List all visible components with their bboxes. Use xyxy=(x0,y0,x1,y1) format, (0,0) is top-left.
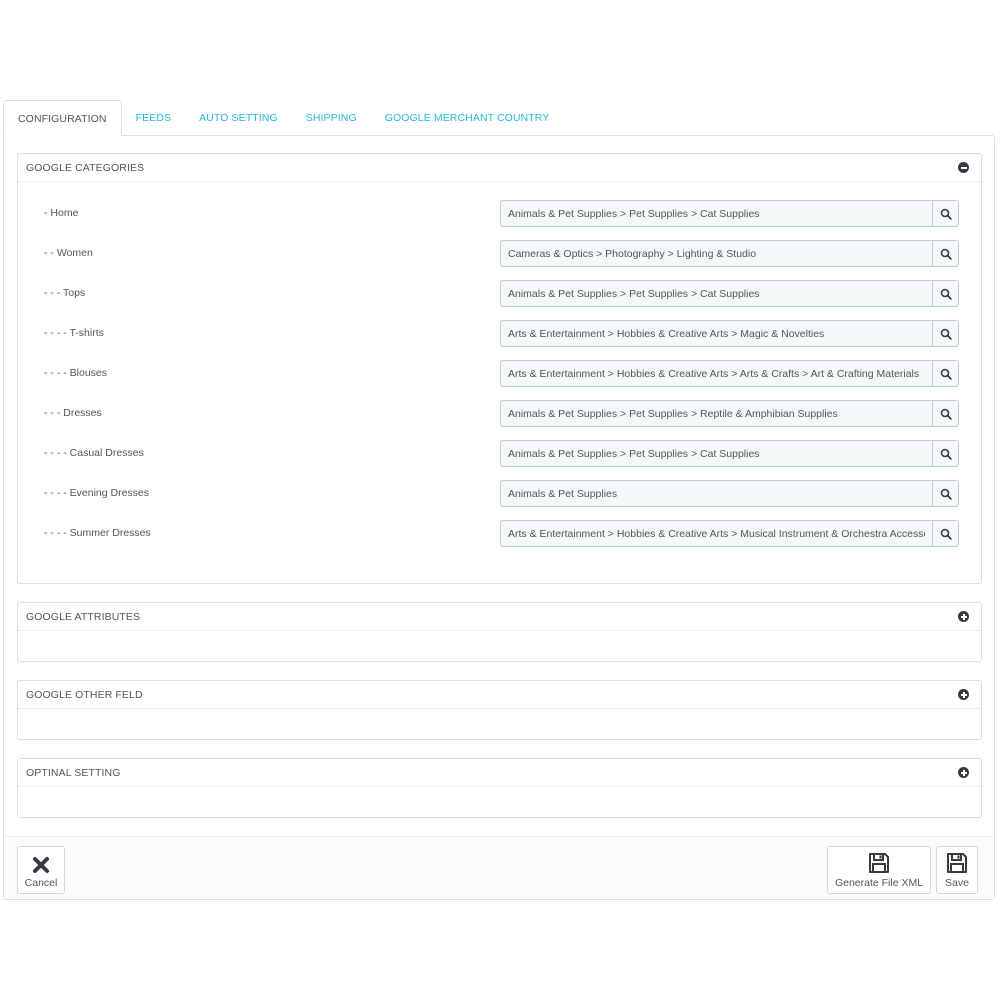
save-icon xyxy=(947,853,967,873)
panel-title: OPTINAL SETTING xyxy=(26,766,121,779)
save-icon xyxy=(869,853,889,873)
google-category-input[interactable] xyxy=(500,240,933,267)
category-row: - - - - T-shirts xyxy=(18,320,983,355)
google-attributes-panel: GOOGLE ATTRIBUTES xyxy=(17,602,982,662)
search-icon xyxy=(940,328,952,340)
category-label: - - Women xyxy=(44,247,93,259)
search-icon xyxy=(940,408,952,420)
panel-title: GOOGLE ATTRIBUTES xyxy=(26,610,141,623)
google-category-input[interactable] xyxy=(500,320,933,347)
google-category-input[interactable] xyxy=(500,200,933,227)
cancel-button[interactable]: Cancel xyxy=(17,846,65,894)
panel-title: GOOGLE CATEGORIES xyxy=(26,161,145,174)
google-category-input[interactable] xyxy=(500,520,933,547)
google-other-field-header[interactable]: GOOGLE OTHER FELD xyxy=(18,681,981,709)
search-button[interactable] xyxy=(932,240,959,267)
expand-icon[interactable] xyxy=(958,611,969,622)
tab-configuration[interactable]: CONFIGURATION xyxy=(3,100,122,136)
search-icon xyxy=(940,368,952,380)
search-icon xyxy=(940,528,952,540)
category-row: - Home xyxy=(18,200,983,235)
generate-file-xml-label: Generate File XML xyxy=(834,877,924,889)
category-row: - - Women xyxy=(18,240,983,275)
search-button[interactable] xyxy=(932,360,959,387)
expand-icon[interactable] xyxy=(958,689,969,700)
search-button[interactable] xyxy=(932,200,959,227)
category-label: - - - - T-shirts xyxy=(44,327,104,339)
google-categories-header[interactable]: GOOGLE CATEGORIES xyxy=(18,154,981,182)
search-button[interactable] xyxy=(932,520,959,547)
search-button[interactable] xyxy=(932,480,959,507)
category-row: - - - Dresses xyxy=(18,400,983,435)
google-category-input[interactable] xyxy=(500,280,933,307)
search-icon xyxy=(940,288,952,300)
category-label: - - - - Evening Dresses xyxy=(44,487,150,499)
google-category-input[interactable] xyxy=(500,400,933,427)
google-attributes-header[interactable]: GOOGLE ATTRIBUTES xyxy=(18,603,981,631)
collapse-icon[interactable] xyxy=(958,162,969,173)
google-category-input[interactable] xyxy=(500,360,933,387)
category-label: - - - - Blouses xyxy=(44,367,108,379)
close-icon xyxy=(33,857,49,873)
google-categories-panel: GOOGLE CATEGORIES - Home - - Women - - -… xyxy=(17,153,982,584)
category-row: - - - - Evening Dresses xyxy=(18,480,983,515)
panel-title: GOOGLE OTHER FELD xyxy=(26,688,143,701)
search-icon xyxy=(940,488,952,500)
category-label: - Home xyxy=(44,207,79,219)
tab-shipping[interactable]: SHIPPING xyxy=(292,100,371,136)
search-button[interactable] xyxy=(932,400,959,427)
save-label: Save xyxy=(945,877,969,889)
category-label: - - - - Casual Dresses xyxy=(44,447,144,459)
search-button[interactable] xyxy=(932,440,959,467)
category-label: - - - - Summer Dresses xyxy=(44,527,151,539)
category-label: - - - Tops xyxy=(44,287,86,299)
search-button[interactable] xyxy=(932,280,959,307)
cancel-label: Cancel xyxy=(24,877,58,889)
tab-bar: CONFIGURATION FEEDS AUTO SETTING SHIPPIN… xyxy=(3,100,563,136)
search-button[interactable] xyxy=(932,320,959,347)
tab-google-merchant-country[interactable]: GOOGLE MERCHANT COUNTRY xyxy=(371,100,564,136)
google-other-field-panel: GOOGLE OTHER FELD xyxy=(17,680,982,740)
generate-file-xml-button[interactable]: Generate File XML xyxy=(827,846,931,894)
search-icon xyxy=(940,248,952,260)
save-button[interactable]: Save xyxy=(936,846,978,894)
tab-auto-setting[interactable]: AUTO SETTING xyxy=(185,100,292,136)
configuration-form: GOOGLE CATEGORIES - Home - - Women - - -… xyxy=(3,135,995,900)
optional-setting-panel: OPTINAL SETTING xyxy=(17,758,982,818)
optional-setting-header[interactable]: OPTINAL SETTING xyxy=(18,759,981,787)
search-icon xyxy=(940,448,952,460)
search-icon xyxy=(940,208,952,220)
expand-icon[interactable] xyxy=(958,767,969,778)
category-row: - - - - Casual Dresses xyxy=(18,440,983,475)
tab-feeds[interactable]: FEEDS xyxy=(122,100,186,136)
google-category-input[interactable] xyxy=(500,440,933,467)
category-label: - - - Dresses xyxy=(44,407,102,419)
category-row: - - - Tops xyxy=(18,280,983,315)
category-row: - - - - Blouses xyxy=(18,360,983,395)
google-category-input[interactable] xyxy=(500,480,933,507)
form-footer: Cancel Generate File XML Save xyxy=(4,836,994,899)
category-row: - - - - Summer Dresses xyxy=(18,520,983,555)
